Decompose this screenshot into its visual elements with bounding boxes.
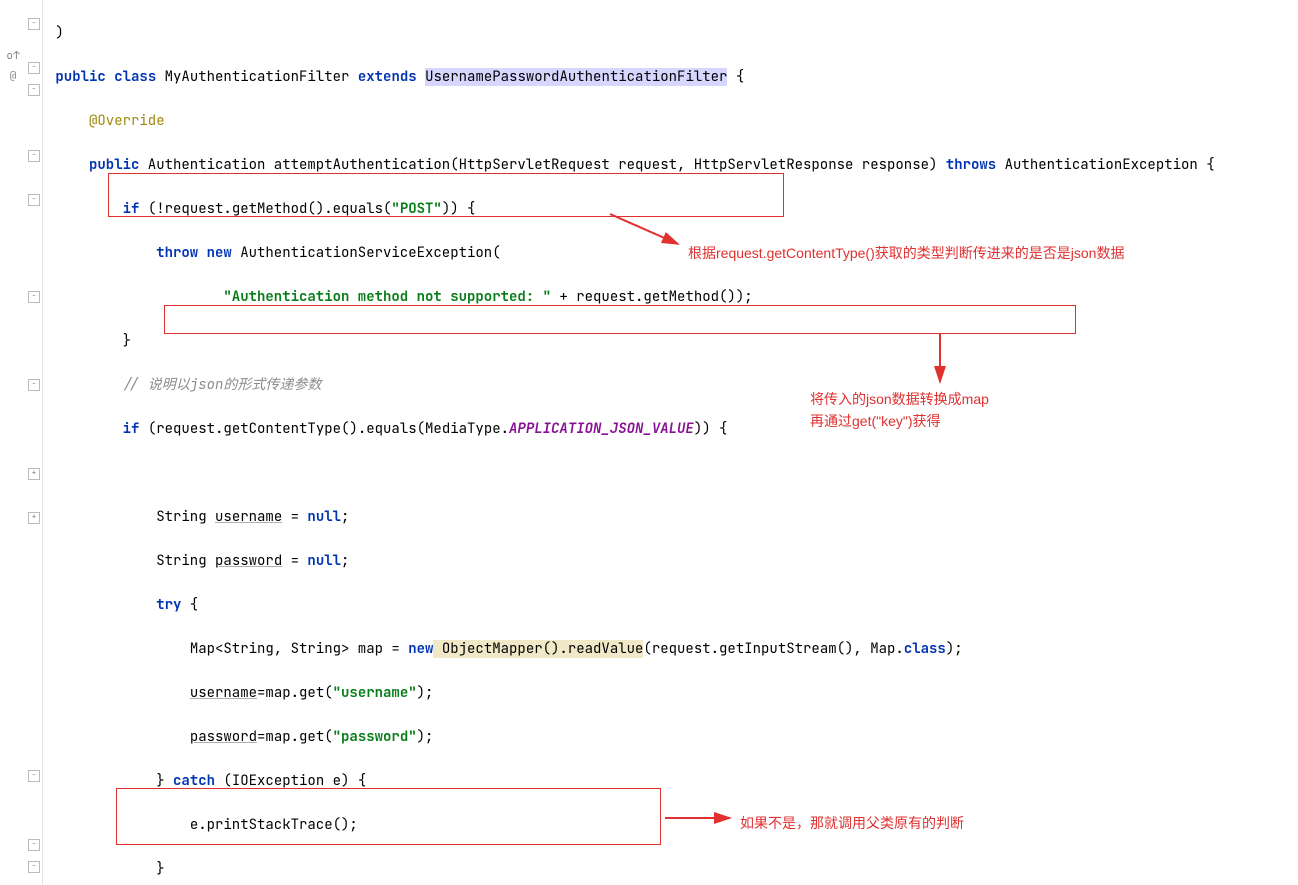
fold-toggle[interactable]: − xyxy=(28,84,40,96)
fold-toggle[interactable]: + xyxy=(28,512,40,524)
code-line[interactable]: String username = null; xyxy=(47,506,1294,528)
code-line[interactable]: } catch (IOException e) { xyxy=(47,770,1294,792)
fold-toggle[interactable]: − xyxy=(28,291,40,303)
fold-toggle[interactable]: + xyxy=(28,468,40,480)
annotation-text: 如果不是，那就调用父类原有的判断 xyxy=(740,812,964,834)
code-line[interactable]: // 说明以json的形式传递参数 xyxy=(47,374,1294,396)
annotation-text: 根据request.getContentType()获取的类型判断传进来的是否是… xyxy=(688,242,1124,264)
code-line[interactable] xyxy=(47,462,1294,484)
fold-toggle[interactable]: − xyxy=(28,839,40,851)
fold-toggle[interactable]: − xyxy=(28,770,40,782)
code-line[interactable]: @Override xyxy=(47,110,1294,132)
fold-toggle[interactable]: − xyxy=(28,194,40,206)
editor-gutter: o↑ @ − − − − − − − + + − − − xyxy=(0,0,43,885)
code-line[interactable]: try { xyxy=(47,594,1294,616)
code-line[interactable]: String password = null; xyxy=(47,550,1294,572)
code-line[interactable]: e.printStackTrace(); xyxy=(47,814,1294,836)
code-line[interactable]: if (request.getContentType().equals(Medi… xyxy=(47,418,1294,440)
code-line[interactable]: username=map.get("username"); xyxy=(47,682,1294,704)
code-area[interactable]: ) public class MyAuthenticationFilter ex… xyxy=(43,0,1298,885)
code-line[interactable]: "Authentication method not supported: " … xyxy=(47,286,1294,308)
fold-toggle[interactable]: − xyxy=(28,150,40,162)
fold-toggle[interactable]: − xyxy=(28,861,40,873)
annotation-text: 将传入的json数据转换成map xyxy=(810,388,989,410)
code-line[interactable]: public class MyAuthenticationFilter exte… xyxy=(47,66,1294,88)
code-line[interactable]: } xyxy=(47,858,1294,880)
override-gutter-icon[interactable]: o↑ xyxy=(4,45,22,67)
code-line[interactable]: public Authentication attemptAuthenticat… xyxy=(47,154,1294,176)
code-line[interactable]: Map<String, String> map = new ObjectMapp… xyxy=(47,638,1294,660)
code-line[interactable]: password=map.get("password"); xyxy=(47,726,1294,748)
code-editor[interactable]: o↑ @ − − − − − − − + + − − − ) public cl… xyxy=(0,0,1298,885)
fold-toggle[interactable]: − xyxy=(28,379,40,391)
code-line[interactable]: } xyxy=(47,330,1294,352)
code-line[interactable]: if (!request.getMethod().equals("POST"))… xyxy=(47,198,1294,220)
code-line[interactable]: ) xyxy=(47,22,1294,44)
at-gutter-icon: @ xyxy=(4,65,22,87)
fold-toggle[interactable]: − xyxy=(28,62,40,74)
fold-toggle[interactable]: − xyxy=(28,18,40,30)
annotation-text: 再通过get("key")获得 xyxy=(810,410,941,432)
